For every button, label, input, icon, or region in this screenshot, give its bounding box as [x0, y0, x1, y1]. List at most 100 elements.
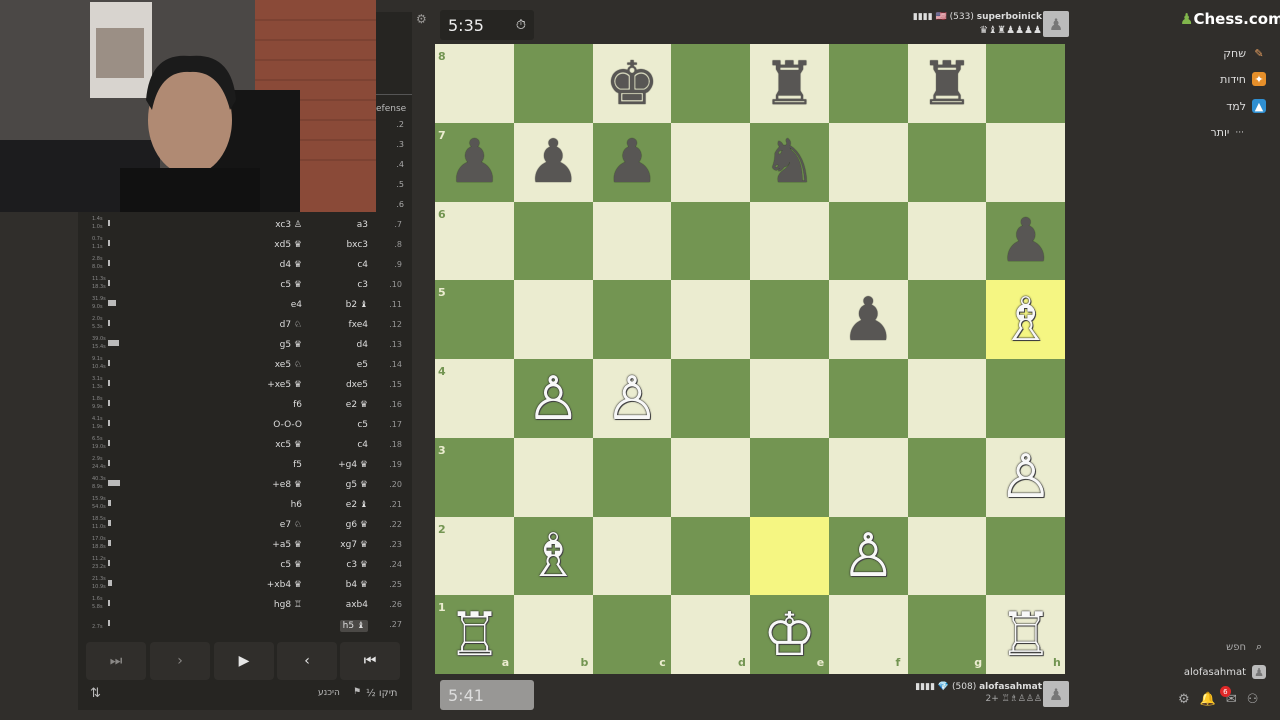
- move-black[interactable]: e7 ♘: [280, 520, 302, 530]
- opponent-avatar[interactable]: ♟: [1043, 11, 1069, 37]
- piece-c8[interactable]: ♚: [593, 44, 672, 123]
- first-move-button[interactable]: ⏮: [340, 642, 400, 680]
- square-a6[interactable]: [435, 201, 514, 281]
- square-c5[interactable]: [592, 280, 672, 360]
- piece-h5[interactable]: ♗: [986, 280, 1065, 359]
- move-white[interactable]: xg7 ♛: [340, 540, 368, 550]
- nav-more[interactable]: יותר ···: [1211, 126, 1245, 139]
- square-h4[interactable]: [986, 359, 1066, 438]
- square-d2[interactable]: [671, 516, 751, 596]
- piece-f2[interactable]: ♙: [829, 517, 908, 596]
- square-g3[interactable]: [907, 437, 987, 517]
- move-white[interactable]: c3 ♛: [346, 560, 368, 570]
- move-white[interactable]: bxc3: [346, 240, 368, 250]
- resign-button[interactable]: היכנע: [318, 688, 340, 698]
- move-white[interactable]: c4: [357, 260, 368, 270]
- square-g4[interactable]: [907, 359, 987, 438]
- square-g2[interactable]: [907, 516, 987, 596]
- square-c3[interactable]: [592, 437, 672, 517]
- square-c6[interactable]: [592, 201, 672, 281]
- move-black[interactable]: +e8 ♛: [272, 480, 302, 490]
- move-black[interactable]: e4: [291, 300, 302, 310]
- square-f8[interactable]: [828, 44, 908, 123]
- square-e4[interactable]: [750, 359, 829, 438]
- piece-e8[interactable]: ♜: [750, 44, 829, 123]
- square-d7[interactable]: [671, 122, 751, 202]
- move-white[interactable]: g5 ♛: [346, 480, 368, 490]
- piece-c4[interactable]: ♙: [593, 359, 672, 438]
- square-a3[interactable]: [435, 437, 514, 517]
- square-e2[interactable]: [750, 516, 829, 596]
- square-b6[interactable]: [513, 201, 593, 281]
- square-f3[interactable]: [828, 437, 908, 517]
- move-white[interactable]: c5: [357, 420, 368, 430]
- move-black[interactable]: d7 ♘: [280, 320, 302, 330]
- nav-play[interactable]: שחק ✎: [1223, 46, 1266, 60]
- settings-gear-icon[interactable]: ⚙: [416, 12, 427, 26]
- square-a8[interactable]: [435, 44, 514, 123]
- player-name[interactable]: alofasahmat: [979, 682, 1042, 692]
- settings-icon[interactable]: ⚙: [1178, 692, 1190, 707]
- next-move-button[interactable]: ›: [150, 642, 210, 680]
- move-white[interactable]: +g4 ♛: [338, 460, 368, 470]
- move-white[interactable]: c3: [357, 280, 368, 290]
- move-white[interactable]: d4: [357, 340, 368, 350]
- draw-button[interactable]: ½ תיקו: [366, 688, 398, 699]
- square-f4[interactable]: [828, 359, 908, 438]
- move-white[interactable]: e2 ♛: [346, 400, 368, 410]
- profile-link[interactable]: alofasahmat ♟: [1184, 665, 1266, 679]
- nav-learn[interactable]: למד ▲: [1226, 99, 1266, 113]
- piece-b7[interactable]: ♟: [514, 123, 593, 202]
- square-a5[interactable]: [435, 280, 514, 360]
- square-a2[interactable]: [435, 516, 514, 596]
- square-c2[interactable]: [592, 516, 672, 596]
- chess-board[interactable]: 8 ♚ ♜ ♜ ♟ 7 ♟ ♟ ♞ 6 ♟ 5 ♟ ♗ 4 ♙ ♙ 3 ♙ 2 ♗ ♙ ♖ 1 a b c d ♔ e f g ♖ h: [435, 44, 1066, 675]
- move-black[interactable]: O-O-O: [273, 420, 302, 430]
- mail-icon[interactable]: ✉ 6: [1219, 686, 1237, 707]
- move-black[interactable]: g5 ♛: [280, 340, 302, 350]
- square-g5[interactable]: [907, 280, 987, 360]
- square-g7[interactable]: [907, 122, 987, 202]
- chess-logo[interactable]: ♟Chess.com: [1180, 10, 1280, 28]
- nav-puzzles[interactable]: חידות ✦: [1220, 72, 1266, 86]
- piece-c7[interactable]: ♟: [593, 123, 672, 202]
- piece-b4[interactable]: ♙: [514, 359, 593, 438]
- current-move[interactable]: h5 ♝: [339, 620, 368, 632]
- move-black[interactable]: c5 ♛: [280, 560, 302, 570]
- square-f6[interactable]: [828, 201, 908, 281]
- square-f7[interactable]: [828, 122, 908, 202]
- piece-e7[interactable]: ♞: [750, 123, 829, 202]
- square-d4[interactable]: [671, 359, 751, 438]
- play-button[interactable]: ▶: [214, 642, 274, 680]
- search-link[interactable]: חפש ⌕: [1226, 640, 1266, 654]
- piece-h3[interactable]: ♙: [986, 438, 1065, 517]
- move-black[interactable]: xe5 ♘: [275, 360, 302, 370]
- player-avatar[interactable]: ♟: [1043, 681, 1069, 707]
- square-d8[interactable]: [671, 44, 751, 123]
- square-e5[interactable]: [750, 280, 829, 360]
- move-white[interactable]: e2 ♝: [346, 500, 368, 510]
- square-b3[interactable]: [513, 437, 593, 517]
- move-black[interactable]: d4 ♛: [280, 260, 302, 270]
- piece-a7[interactable]: ♟: [435, 123, 514, 202]
- square-a4[interactable]: [435, 359, 514, 438]
- previous-move-button[interactable]: ‹: [277, 642, 337, 680]
- move-black[interactable]: xd5 ♛: [274, 240, 302, 250]
- move-black[interactable]: +xb4 ♛: [267, 580, 302, 590]
- move-black[interactable]: f5: [293, 460, 302, 470]
- square-b5[interactable]: [513, 280, 593, 360]
- square-d3[interactable]: [671, 437, 751, 517]
- move-black[interactable]: c5 ♛: [280, 280, 302, 290]
- piece-b2[interactable]: ♗: [514, 517, 593, 596]
- move-white[interactable]: a3: [357, 220, 368, 230]
- move-white[interactable]: dxe5: [346, 380, 368, 390]
- move-white[interactable]: b2 ♝: [346, 300, 368, 310]
- square-b8[interactable]: [513, 44, 593, 123]
- square-g6[interactable]: [907, 201, 987, 281]
- piece-h6[interactable]: ♟: [986, 202, 1065, 281]
- move-white[interactable]: e5: [357, 360, 368, 370]
- square-d6[interactable]: [671, 201, 751, 281]
- move-black[interactable]: xc5 ♛: [275, 440, 302, 450]
- move-white[interactable]: c4: [357, 440, 368, 450]
- move-white[interactable]: fxe4: [349, 320, 368, 330]
